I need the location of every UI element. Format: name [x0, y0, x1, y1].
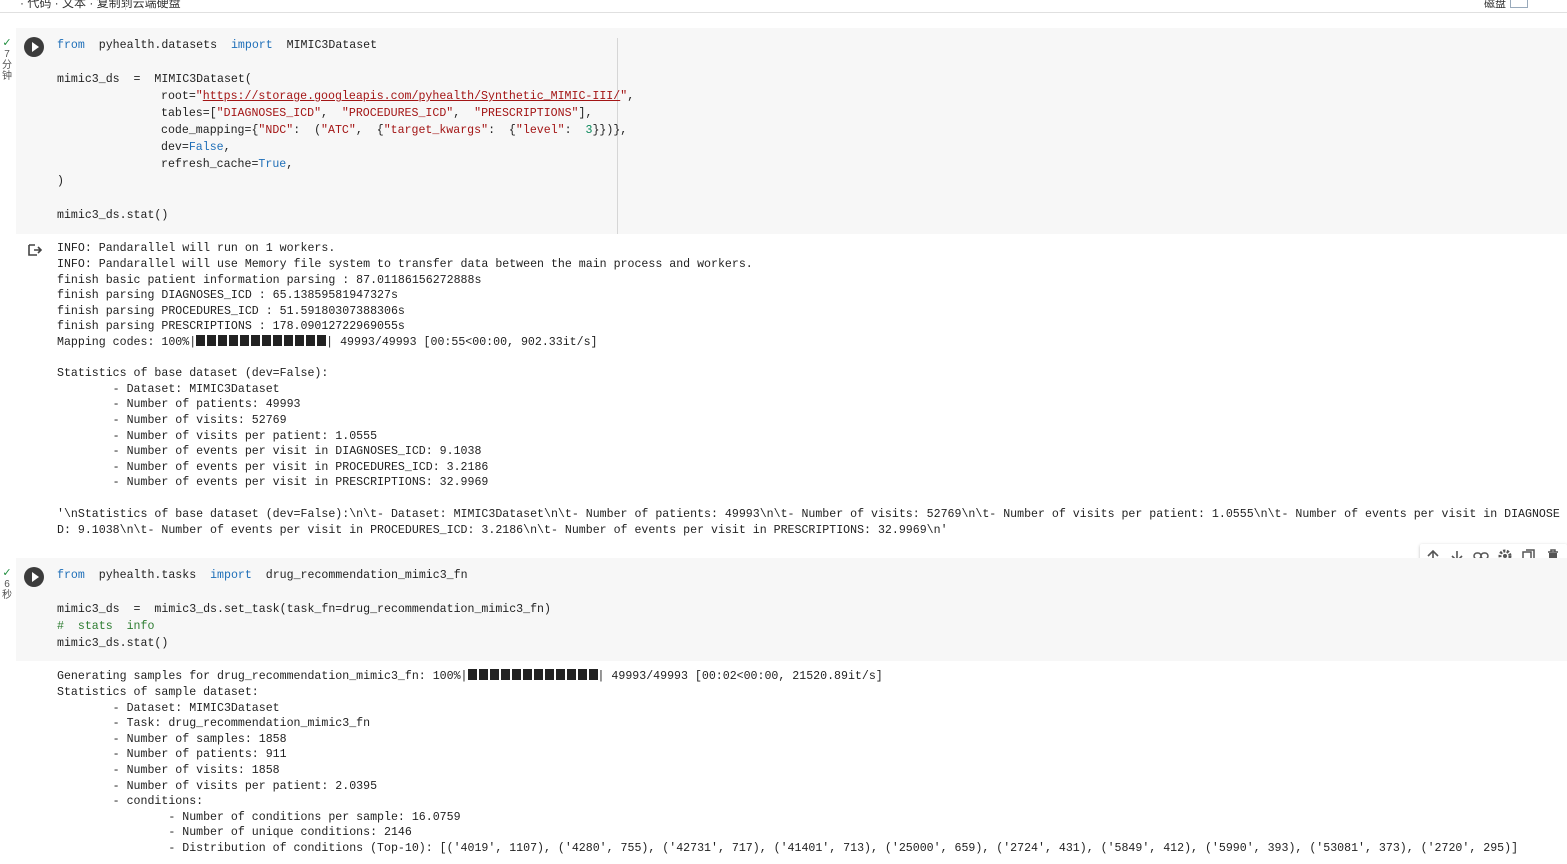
- toolbar-divider: [125, 0, 126, 10]
- output-line: finish parsing PROCEDURES_ICD : 51.59180…: [57, 305, 405, 318]
- output-line: '\nStatistics of base dataset (dev=False…: [57, 508, 1560, 521]
- code-line[interactable]: refresh_cache=True,: [161, 156, 293, 173]
- code-line[interactable]: from pyhealth.tasks import drug_recommen…: [57, 567, 468, 584]
- code-line[interactable]: ): [57, 173, 64, 190]
- code-line[interactable]: from pyhealth.datasets import MIMIC3Data…: [57, 37, 377, 54]
- output-line: - Number of visits: 52769: [57, 414, 287, 427]
- output-line: - Number of events per visit in DIAGNOSE…: [57, 445, 482, 458]
- output-line: finish parsing DIAGNOSES_ICD : 65.138595…: [57, 289, 398, 302]
- code-line[interactable]: code_mapping={"NDC": ("ATC", {"target_kw…: [161, 122, 627, 139]
- output-line: - Number of patients: 911: [57, 748, 287, 761]
- output-line: - Number of visits per patient: 1.0555: [57, 430, 378, 443]
- output-actions-icon[interactable]: [27, 243, 43, 257]
- run-cell-button[interactable]: [24, 567, 44, 587]
- output-line: - Number of events per visit in PROCEDUR…: [57, 461, 489, 474]
- progress-line: Generating samples for drug_recommendati…: [57, 669, 883, 683]
- disk-label[interactable]: 磁盘: [1484, 0, 1506, 11]
- output-line: - Number of samples: 1858: [57, 733, 287, 746]
- output-line: - Distribution of conditions (Top-10): […: [57, 842, 1519, 855]
- check-icon: ✓: [2, 37, 12, 49]
- output-line: finish basic patient information parsing…: [57, 274, 482, 287]
- code-line[interactable]: tables=["DIAGNOSES_ICD", "PROCEDURES_ICD…: [161, 105, 592, 122]
- code-line[interactable]: mimic3_ds.stat(): [57, 207, 168, 224]
- output-line: D: 9.1038\n\t- Number of events per visi…: [57, 524, 948, 537]
- progress-bar: [467, 669, 598, 683]
- toolbar-cut-text[interactable]: · 代码 · 文本 · 复制到云端硬盘: [20, 0, 181, 11]
- output-line: - conditions:: [57, 795, 204, 808]
- output-line: - Number of conditions per sample: 16.07…: [57, 811, 461, 824]
- notebook-toolbar: · 代码 · 文本 · 复制到云端硬盘 磁盘: [0, 0, 1567, 13]
- output-line: - Number of patients: 49993: [57, 398, 301, 411]
- output-line: INFO: Pandarallel will run on 1 workers.: [57, 242, 336, 255]
- check-icon: ✓: [2, 567, 12, 579]
- output-line: finish parsing PRESCRIPTIONS : 178.09012…: [57, 320, 405, 333]
- progress-bar: [196, 335, 327, 349]
- code-line[interactable]: root="https://storage.googleapis.com/pyh…: [161, 88, 634, 105]
- code-line[interactable]: mimic3_ds.stat(): [57, 635, 168, 652]
- progress-line: Mapping codes: 100%| | 49993/49993 [00:55…: [57, 335, 598, 349]
- output-line: - Number of unique conditions: 2146: [57, 826, 412, 839]
- output-line: INFO: Pandarallel will use Memory file s…: [57, 258, 753, 271]
- code-cell-1[interactable]: from pyhealth.datasets import MIMIC3Data…: [16, 28, 1567, 234]
- dataset-url-link[interactable]: https://storage.googleapis.com/pyhealth/…: [203, 90, 620, 103]
- run-cell-button[interactable]: [24, 37, 44, 57]
- output-line: - Dataset: MIMIC3Dataset: [57, 702, 280, 715]
- code-line[interactable]: dev=False,: [161, 139, 231, 156]
- output-line: - Number of events per visit in PRESCRIP…: [57, 476, 489, 489]
- code-comment[interactable]: # stats info: [57, 618, 154, 635]
- resource-graph-icon[interactable]: [1510, 0, 1528, 8]
- code-cell-2[interactable]: from pyhealth.tasks import drug_recommen…: [16, 558, 1567, 661]
- output-line: - Task: drug_recommendation_mimic3_fn: [57, 717, 371, 730]
- cell1-exec-status: ✓ 7 分 钟: [2, 37, 12, 83]
- output-line: - Number of visits per patient: 2.0395: [57, 780, 378, 793]
- code-line[interactable]: mimic3_ds = mimic3_ds.set_task(task_fn=d…: [57, 601, 551, 618]
- output-line: - Dataset: MIMIC3Dataset: [57, 383, 280, 396]
- output-line: Statistics of sample dataset:: [57, 686, 259, 699]
- output-line: - Number of visits: 1858: [57, 764, 280, 777]
- output-line: Statistics of base dataset (dev=False):: [57, 367, 329, 380]
- cell2-exec-status: ✓ 6 秒: [2, 567, 12, 602]
- cell-gutter: [16, 28, 52, 234]
- code-line[interactable]: mimic3_ds = MIMIC3Dataset(: [57, 71, 252, 88]
